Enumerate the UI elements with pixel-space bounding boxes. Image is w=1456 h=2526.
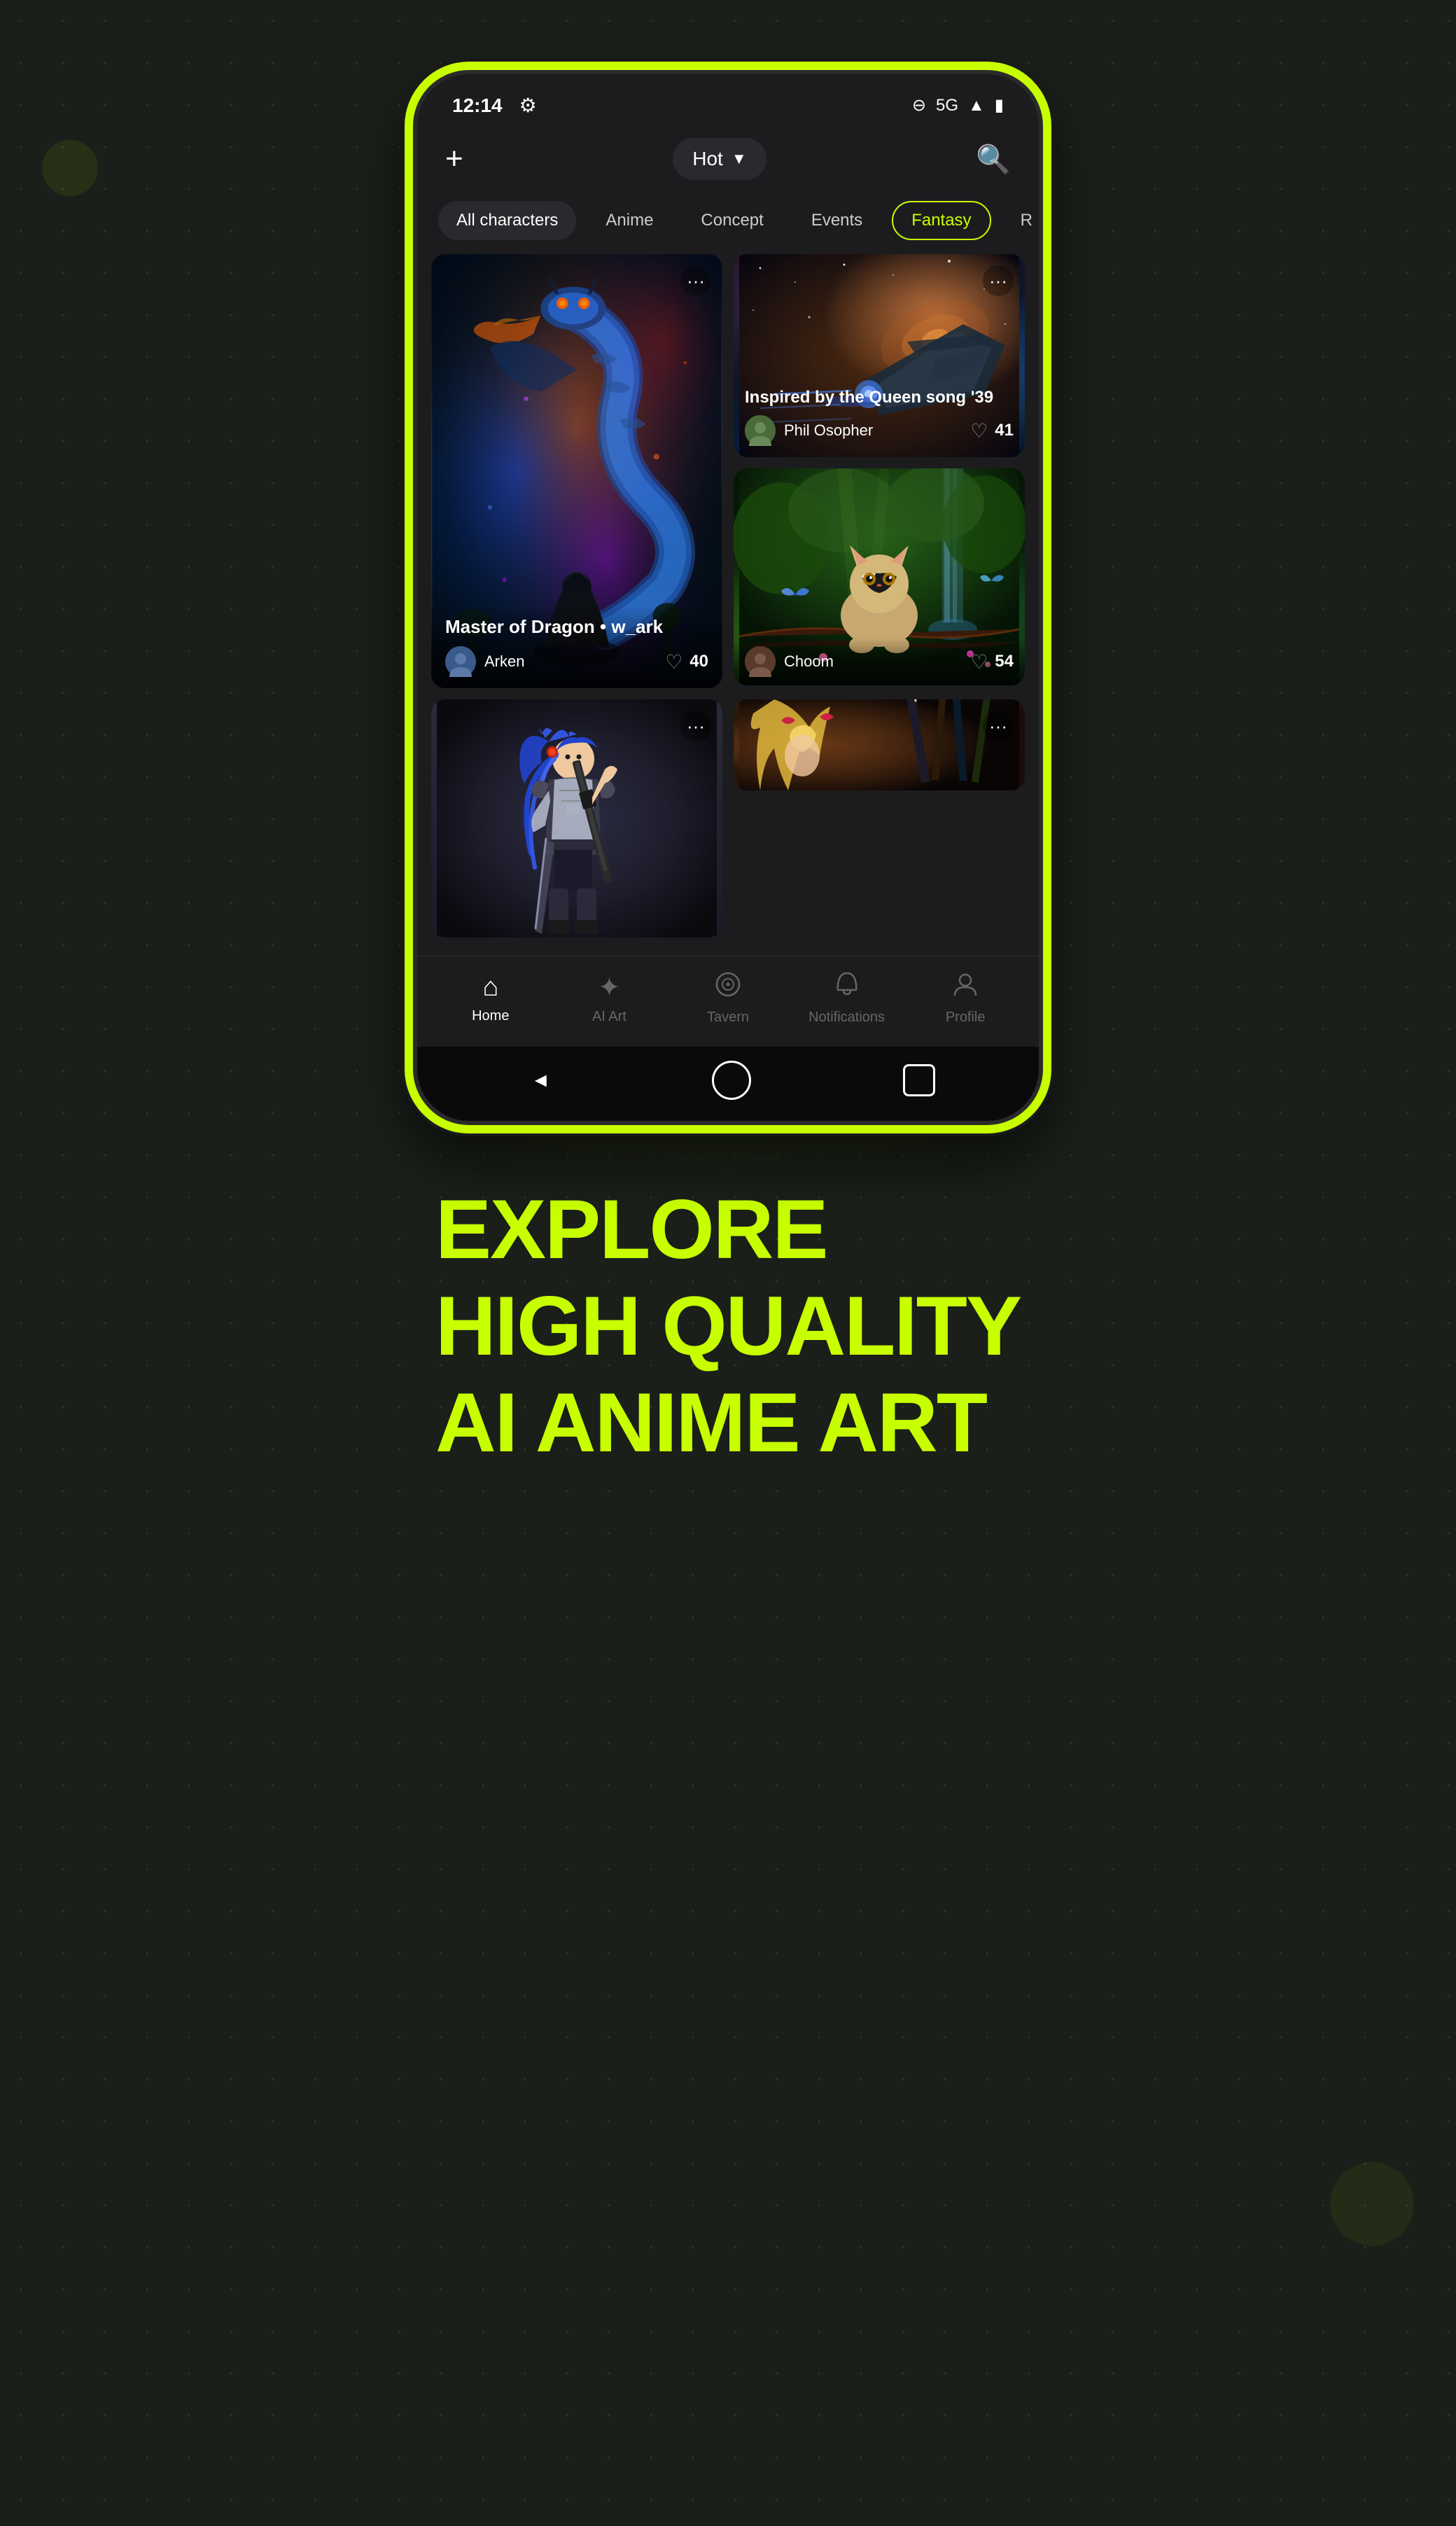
- heart-icon[interactable]: ♡: [665, 650, 682, 674]
- dragon-card-title: Master of Dragon • w_ark: [445, 616, 708, 638]
- space-caption: Inspired by the Queen song '39: [745, 386, 1014, 408]
- tagline-line3: AI ANIME ART: [435, 1374, 1021, 1471]
- profile-label: Profile: [946, 1010, 986, 1026]
- do-not-disturb-icon: ⊖: [912, 95, 926, 116]
- tagline-line1: EXPLORE: [435, 1181, 1021, 1278]
- choom-name: Choom: [784, 653, 834, 671]
- ai-art-icon: ✦: [598, 972, 620, 1003]
- phone-frame: 12:14 ⚙ ⊖ 5G ▲ ▮ + Hot ▼ 🔍: [413, 70, 1043, 1125]
- snippet-image: [734, 699, 1025, 790]
- tagline-line2: HIGH QUALITY: [435, 1278, 1021, 1374]
- phone-bottom-bar: ◄: [417, 1047, 1039, 1121]
- decorative-circle-br: [1330, 2162, 1414, 2246]
- search-button[interactable]: 🔍: [976, 143, 1011, 176]
- snippet-card-menu[interactable]: ···: [983, 711, 1014, 741]
- status-icons: ⊖ 5G ▲ ▮: [912, 95, 1004, 116]
- ai-art-label: AI Art: [592, 1009, 626, 1025]
- cat-likes: ♡ 54: [970, 650, 1014, 674]
- space-card: ··· Inspired by the Queen song '39: [734, 254, 1025, 457]
- dragon-card-likes: ♡ 40: [665, 650, 708, 674]
- phone-mockup: 12:14 ⚙ ⊖ 5G ▲ ▮ + Hot ▼ 🔍: [413, 70, 1043, 1125]
- cat-heart-icon[interactable]: ♡: [970, 650, 988, 674]
- back-button[interactable]: ◄: [521, 1061, 560, 1100]
- top-navigation: + Hot ▼ 🔍: [417, 124, 1039, 194]
- space-title: Inspired by the Queen song '39: [745, 386, 1014, 408]
- cat-card-meta: Choom ♡ 54: [745, 646, 1014, 677]
- space-heart-icon[interactable]: ♡: [970, 419, 988, 442]
- chevron-down-icon: ▼: [732, 150, 747, 168]
- home-button[interactable]: [712, 1061, 751, 1100]
- snippet-card-col: ···: [734, 699, 1025, 937]
- profile-icon: [952, 970, 979, 1004]
- phil-name: Phil Osopher: [784, 421, 873, 440]
- grid-row-2: ···: [431, 699, 1025, 937]
- dragon-card: ··· Master of Dragon • w_ark: [431, 254, 722, 688]
- add-button[interactable]: +: [445, 141, 463, 176]
- recent-apps-button[interactable]: [903, 1064, 935, 1096]
- notifications-icon: [834, 970, 860, 1004]
- filter-label: Hot: [692, 148, 723, 170]
- dragon-card-info: Master of Dragon • w_ark: [431, 605, 722, 688]
- settings-icon[interactable]: ⚙: [519, 94, 537, 117]
- arken-avatar: [445, 646, 476, 677]
- snippet-card: ···: [734, 699, 1025, 790]
- cat-card: Choom ♡ 54: [734, 468, 1025, 685]
- dragon-card-col: ··· Master of Dragon • w_ark: [431, 254, 722, 688]
- space-author: Phil Osopher: [745, 415, 873, 446]
- dragon-card-menu[interactable]: ···: [680, 265, 711, 296]
- decorative-circle-tl: [42, 140, 98, 196]
- warrior-card-col: ···: [431, 699, 722, 937]
- arken-name: Arken: [484, 653, 524, 671]
- content-area: ··· Master of Dragon • w_ark: [417, 254, 1039, 956]
- tagline-section: EXPLORE HIGH QUALITY AI ANIME ART: [365, 1125, 1091, 1527]
- status-time: 12:14: [452, 95, 503, 117]
- tavern-icon: [715, 971, 741, 1004]
- wifi-signal-icon: ▲: [968, 96, 985, 116]
- space-likes-count: 41: [995, 421, 1014, 440]
- nav-profile[interactable]: Profile: [923, 970, 1007, 1026]
- warrior-image: [431, 699, 722, 937]
- space-card-menu[interactable]: ···: [983, 265, 1014, 296]
- nav-home[interactable]: ⌂ Home: [449, 972, 533, 1024]
- space-meta: Phil Osopher ♡ 41: [745, 415, 1014, 446]
- bottom-navigation: ⌂ Home ✦ AI Art Tavern: [417, 956, 1039, 1047]
- home-icon: ⌂: [482, 972, 498, 1003]
- tab-concept[interactable]: Concept: [682, 201, 781, 240]
- tab-r[interactable]: R: [1002, 201, 1039, 240]
- category-tabs: All characters Anime Concept Events Fant…: [417, 194, 1039, 254]
- status-bar: 12:14 ⚙ ⊖ 5G ▲ ▮: [417, 74, 1039, 124]
- cat-likes-count: 54: [995, 652, 1014, 671]
- dragon-card-meta: Arken ♡ 40: [445, 646, 708, 677]
- warrior-card: ···: [431, 699, 722, 937]
- filter-dropdown[interactable]: Hot ▼: [673, 138, 766, 180]
- home-label: Home: [472, 1008, 509, 1024]
- choom-avatar: [745, 646, 776, 677]
- signal-label: 5G: [936, 96, 958, 116]
- cat-author: Choom: [745, 646, 834, 677]
- grid-row-1: ··· Master of Dragon • w_ark: [431, 254, 1025, 688]
- tab-anime[interactable]: Anime: [587, 201, 671, 240]
- tavern-label: Tavern: [707, 1010, 749, 1026]
- dragon-likes-count: 40: [690, 652, 708, 671]
- space-likes: ♡ 41: [970, 419, 1014, 442]
- cat-card-info: Choom ♡ 54: [734, 638, 1025, 685]
- right-column: ··· Inspired by the Queen song '39: [734, 254, 1025, 688]
- tab-fantasy[interactable]: Fantasy: [892, 201, 990, 240]
- battery-icon: ▮: [995, 95, 1004, 116]
- nav-tavern[interactable]: Tavern: [686, 971, 770, 1026]
- dragon-card-author: Arken: [445, 646, 524, 677]
- tab-all-characters[interactable]: All characters: [438, 201, 576, 240]
- nav-ai-art[interactable]: ✦ AI Art: [567, 972, 651, 1025]
- nav-notifications[interactable]: Notifications: [805, 970, 889, 1026]
- notifications-label: Notifications: [808, 1010, 885, 1026]
- warrior-card-menu[interactable]: ···: [680, 711, 711, 741]
- phil-avatar: [745, 415, 776, 446]
- tab-events[interactable]: Events: [793, 201, 881, 240]
